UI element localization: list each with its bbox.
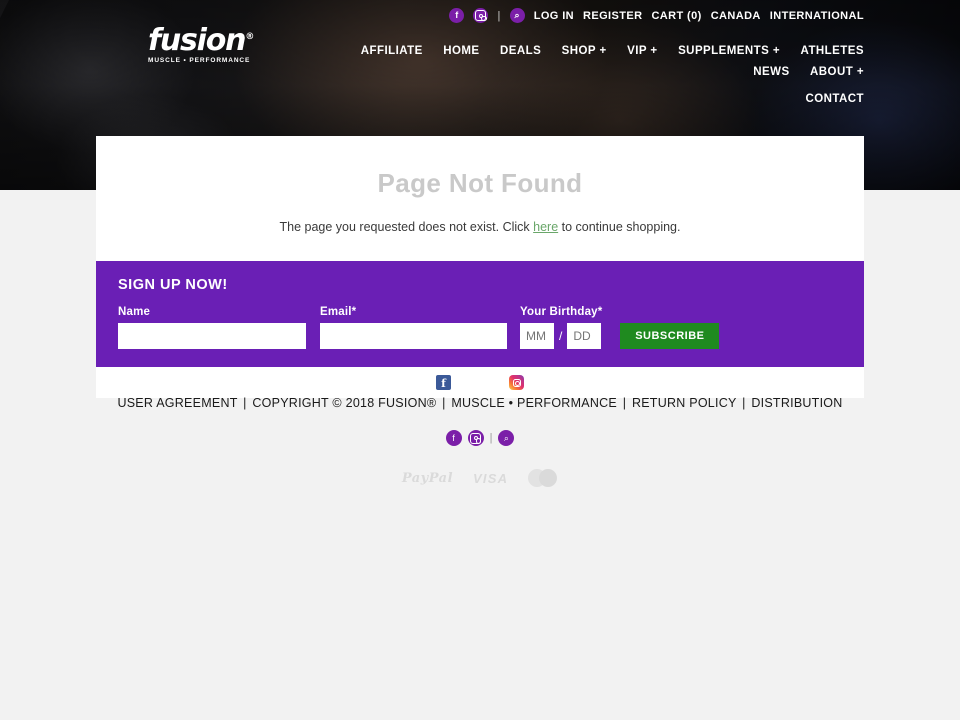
- content-card: Page Not Found The page you requested do…: [96, 136, 864, 398]
- nav-item-affiliate[interactable]: AFFILIATE: [361, 41, 423, 61]
- footer-links: USER AGREEMENT | COPYRIGHT © 2018 FUSION…: [0, 395, 960, 412]
- instagram-icon[interactable]: [473, 8, 489, 23]
- instagram-glyph: [475, 10, 487, 22]
- login-link[interactable]: LOG IN: [534, 10, 574, 22]
- signup-section: SIGN UP NOW! Name Email* Your Birthday* …: [96, 261, 864, 367]
- register-link[interactable]: REGISTER: [583, 10, 642, 22]
- cart-link[interactable]: CART (0): [651, 10, 701, 22]
- locale-canada-link[interactable]: CANADA: [711, 10, 761, 22]
- facebook-glyph: f: [455, 10, 459, 20]
- facebook-glyph: f: [452, 432, 455, 443]
- locale-international-link[interactable]: INTERNATIONAL: [770, 10, 864, 22]
- nav-row-secondary: CONTACT: [334, 88, 864, 109]
- search-icon[interactable]: ⌕: [509, 8, 525, 23]
- nav-item-deals[interactable]: DEALS: [500, 41, 541, 61]
- signup-heading: SIGN UP NOW!: [118, 277, 228, 293]
- instagram-glyph: [470, 432, 482, 444]
- mastercard-circle-right: [539, 469, 558, 487]
- message-text-after: to continue shopping.: [558, 220, 681, 234]
- search-icon[interactable]: ⌕: [498, 430, 515, 446]
- facebook-icon[interactable]: f: [445, 430, 462, 446]
- nav-item-about[interactable]: ABOUT +: [810, 62, 864, 82]
- continue-shopping-link[interactable]: here: [533, 220, 558, 234]
- nav-item-athletes[interactable]: ATHLETES: [801, 41, 864, 61]
- email-input[interactable]: [320, 323, 507, 349]
- logo-tagline: MUSCLE • PERFORMANCE: [148, 57, 251, 64]
- birthday-inputs-row: / SUBSCRIBE: [520, 323, 720, 349]
- name-field-group: Name: [118, 306, 306, 349]
- nav-item-shop[interactable]: SHOP +: [562, 41, 607, 61]
- page-not-found-message: The page you requested does not exist. C…: [96, 219, 864, 235]
- email-field-group: Email*: [320, 306, 507, 349]
- paypal-icon: PayPal: [401, 470, 454, 486]
- name-input[interactable]: [118, 323, 306, 349]
- nav-item-home[interactable]: HOME: [443, 41, 479, 61]
- signup-form: Name Email* Your Birthday* / SUBSCRIBE: [118, 306, 842, 349]
- birthday-month-input[interactable]: [520, 323, 554, 349]
- footer-separator: |: [742, 396, 746, 410]
- top-utility-bar: f | ⌕ LOG IN REGISTER CART (0) CANADA IN…: [449, 8, 864, 23]
- visa-icon: VISA: [473, 470, 509, 486]
- name-label: Name: [118, 306, 151, 318]
- birthday-field-group: Your Birthday* / SUBSCRIBE: [520, 306, 720, 349]
- footer-separator: |: [442, 396, 446, 410]
- footer-separator: |: [622, 396, 627, 410]
- footer-link-copyright[interactable]: COPYRIGHT © 2018 FUSION®: [252, 396, 436, 410]
- footer-social-divider: |: [489, 432, 493, 444]
- search-glyph: ⌕: [514, 10, 520, 20]
- instagram-icon[interactable]: [467, 430, 484, 446]
- footer-link-user-agreement[interactable]: USER AGREEMENT: [117, 396, 237, 410]
- nav-item-supplements[interactable]: SUPPLEMENTS +: [678, 41, 780, 61]
- nav-item-contact[interactable]: CONTACT: [805, 89, 864, 109]
- footer-link-distribution[interactable]: DISTRIBUTION: [751, 396, 842, 410]
- footer-separator: |: [243, 396, 247, 410]
- nav-item-news[interactable]: NEWS: [753, 62, 789, 82]
- message-text-before: The page you requested does not exist. C…: [279, 220, 534, 234]
- logo-word-text: fusion: [148, 23, 247, 58]
- search-glyph: ⌕: [503, 432, 509, 443]
- birthday-separator: /: [559, 329, 563, 343]
- payment-methods: PayPal VISA: [0, 469, 960, 487]
- topbar-divider: |: [497, 9, 501, 22]
- logo-registered-mark: ®: [245, 32, 254, 42]
- main-navigation: AFFILIATE HOME DEALS SHOP + VIP + SUPPLE…: [334, 40, 864, 109]
- footer-link-return-policy[interactable]: RETURN POLICY: [632, 396, 736, 410]
- facebook-icon[interactable]: f: [449, 8, 465, 23]
- birthday-label: Your Birthday*: [520, 306, 603, 318]
- site-logo[interactable]: fusion® MUSCLE • PERFORMANCE: [148, 22, 254, 65]
- page-not-found-block: Page Not Found The page you requested do…: [96, 136, 864, 261]
- nav-row-primary: AFFILIATE HOME DEALS SHOP + VIP + SUPPLE…: [334, 40, 864, 82]
- birthday-day-input[interactable]: [567, 323, 602, 349]
- site-footer: USER AGREEMENT | COPYRIGHT © 2018 FUSION…: [0, 364, 960, 487]
- nav-item-vip[interactable]: VIP +: [627, 41, 658, 61]
- page-title: Page Not Found: [377, 168, 583, 198]
- footer-link-muscle-performance[interactable]: MUSCLE • PERFORMANCE: [451, 396, 617, 410]
- subscribe-button[interactable]: SUBSCRIBE: [620, 323, 720, 349]
- email-label: Email*: [320, 306, 357, 318]
- logo-wordmark: fusion®: [148, 22, 254, 58]
- mastercard-icon: [528, 469, 558, 487]
- footer-social-icons: f | ⌕: [0, 430, 960, 446]
